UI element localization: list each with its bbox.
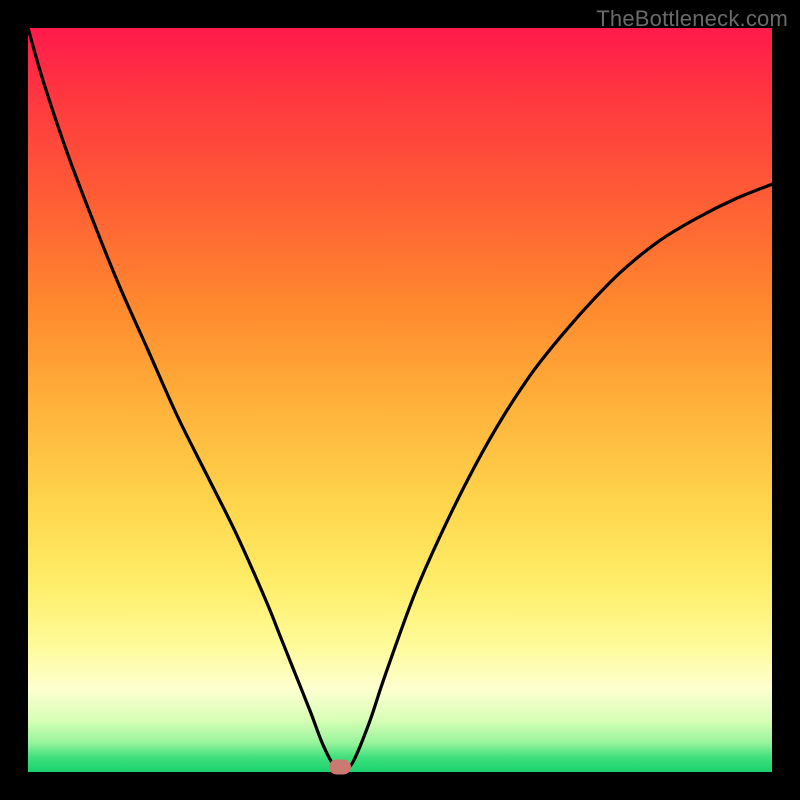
minimum-marker	[329, 759, 351, 774]
bottleneck-curve	[28, 28, 772, 772]
chart-frame: TheBottleneck.com	[0, 0, 800, 800]
plot-area	[28, 28, 772, 772]
watermark-text: TheBottleneck.com	[596, 6, 788, 32]
